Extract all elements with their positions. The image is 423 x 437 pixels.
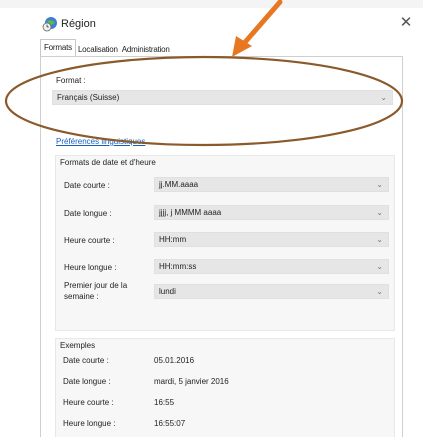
date-time-group-title: Formats de date et d'heure: [60, 158, 156, 167]
chevron-down-icon: ⌄: [376, 287, 383, 296]
tab-formats[interactable]: Formats: [40, 39, 76, 57]
background-window-strip: [0, 0, 423, 8]
format-value: Français (Suisse): [57, 93, 120, 102]
example-short-date-value: 05.01.2016: [154, 356, 195, 365]
short-time-dropdown[interactable]: HH:mm ⌄: [154, 232, 389, 247]
close-icon: ✕: [399, 14, 413, 31]
long-date-dropdown[interactable]: jjjj, j MMMM aaaa ⌄: [154, 205, 389, 220]
tab-localisation[interactable]: Localisation: [76, 42, 120, 57]
close-button[interactable]: ✕: [395, 12, 417, 34]
chevron-down-icon: ⌄: [376, 208, 383, 217]
short-time-label: Heure courte :: [64, 236, 115, 245]
example-long-time-value: 16:55:07: [154, 419, 186, 428]
long-time-value: HH:mm:ss: [159, 262, 197, 271]
example-short-time-label: Heure courte :: [63, 398, 114, 407]
chevron-down-icon: ⌄: [376, 262, 383, 271]
window-title: Région: [61, 18, 96, 30]
example-short-time-value: 16:55: [154, 398, 175, 407]
long-time-dropdown[interactable]: HH:mm:ss ⌄: [154, 259, 389, 274]
chevron-down-icon: ⌄: [376, 180, 383, 189]
long-date-label: Date longue :: [64, 209, 112, 218]
tab-administration[interactable]: Administration: [120, 42, 172, 57]
chevron-down-icon: ⌄: [376, 235, 383, 244]
short-date-value: jj.MM.aaaa: [159, 180, 199, 189]
example-long-time-label: Heure longue :: [63, 419, 116, 428]
format-dropdown[interactable]: Français (Suisse) ⌄: [52, 90, 393, 105]
long-date-value: jjjj, j MMMM aaaa: [159, 208, 222, 217]
first-day-label: Premier jour de la semaine :: [64, 281, 128, 301]
tab-bar: Formats Localisation Administration: [40, 39, 172, 57]
long-time-label: Heure longue :: [64, 263, 117, 272]
format-label: Format :: [56, 76, 86, 85]
short-date-dropdown[interactable]: jj.MM.aaaa ⌄: [154, 177, 389, 192]
examples-title: Exemples: [60, 341, 96, 350]
first-day-value: lundi: [159, 287, 176, 296]
example-long-date-value: mardi, 5 janvier 2016: [154, 377, 229, 386]
example-short-date-label: Date courte :: [63, 356, 109, 365]
short-date-label: Date courte :: [64, 181, 110, 190]
language-preferences-link[interactable]: Préférences linguistiques: [56, 137, 145, 146]
example-long-date-label: Date longue :: [63, 377, 111, 386]
chevron-down-icon: ⌄: [380, 93, 387, 102]
globe-clock-icon: [42, 17, 57, 32]
first-day-dropdown[interactable]: lundi ⌄: [154, 284, 389, 299]
region-dialog: Région ✕ Formats Localisation Administra…: [0, 0, 423, 437]
short-time-value: HH:mm: [159, 235, 187, 244]
title-bar: Région ✕: [0, 8, 423, 40]
